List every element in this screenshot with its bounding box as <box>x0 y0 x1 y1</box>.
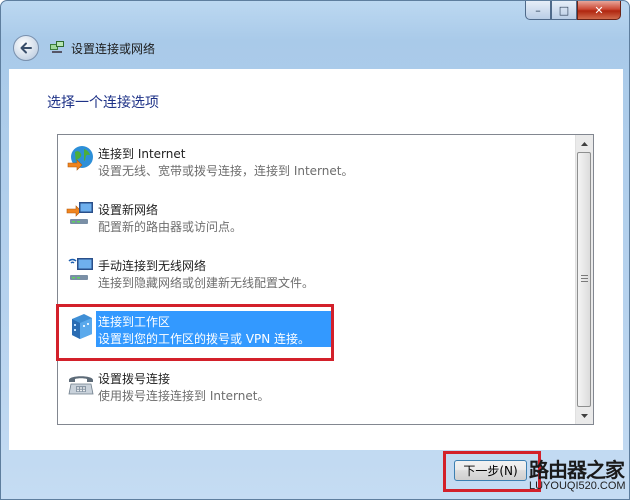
close-icon: ✕ <box>594 3 604 17</box>
close-button[interactable]: ✕ <box>577 1 621 20</box>
network-setup-icon <box>50 41 64 53</box>
annotation-highlight-workplace <box>56 304 334 361</box>
watermark-main-text: 路由器之家 <box>529 458 625 482</box>
watermark-logo: 路由器之家 LUYOUQI520.COM <box>529 450 626 501</box>
option-description: 使用拨号连接连接到 Internet。 <box>98 389 270 403</box>
annotation-highlight-next <box>443 451 541 492</box>
vertical-scrollbar[interactable] <box>575 135 593 424</box>
maximize-icon: □ <box>558 3 570 17</box>
wireless-network-icon <box>68 258 93 280</box>
caption-buttons: – □ ✕ <box>525 1 621 21</box>
option-title: 连接到 Internet <box>98 147 186 161</box>
maximize-button[interactable]: □ <box>551 1 577 20</box>
option-description: 设置无线、宽带或拨号连接，连接到 Internet。 <box>98 164 354 178</box>
scroll-thumb[interactable] <box>577 152 591 407</box>
connection-options-list[interactable]: 连接到 Internet 设置无线、宽带或拨号连接，连接到 Internet。 … <box>57 134 594 425</box>
page-heading: 选择一个连接选项 <box>47 95 159 111</box>
scroll-up-button[interactable] <box>576 135 592 152</box>
window-frame: – □ ✕ 设置连接或网络 选择一个连接选项 连接到 Internet 设置无线… <box>0 0 630 500</box>
dialog-footer: 下一步(N) 路由器之家 LUYOUQI520.COM <box>1 450 630 501</box>
option-title: 手动连接到无线网络 <box>98 259 207 273</box>
back-arrow-icon <box>20 42 32 54</box>
option-title: 设置新网络 <box>98 203 159 217</box>
globe-internet-icon <box>67 146 93 171</box>
dialup-phone-icon <box>68 376 94 395</box>
client-area: 选择一个连接选项 连接到 Internet 设置无线、宽带或拨号连接，连接到 I… <box>9 69 623 450</box>
option-connect-internet[interactable]: 连接到 Internet 设置无线、宽带或拨号连接，连接到 Internet。 <box>62 135 570 185</box>
scroll-down-icon <box>580 413 588 418</box>
minimize-button[interactable]: – <box>525 1 551 20</box>
option-setup-new-network[interactable]: 设置新网络 配置新的路由器或访问点。 <box>62 191 570 241</box>
window-title: 设置连接或网络 <box>71 41 156 56</box>
option-title: 设置拨号连接 <box>98 372 171 386</box>
option-manual-wireless[interactable]: 手动连接到无线网络 连接到隐藏网络或创建新无线配置文件。 <box>62 247 570 297</box>
option-setup-dialup[interactable]: 设置拨号连接 使用拨号连接连接到 Internet。 <box>62 360 570 410</box>
scroll-down-button[interactable] <box>576 407 592 424</box>
minimize-icon: – <box>535 3 541 17</box>
scroll-grip-icon <box>581 275 588 282</box>
window-header: 设置连接或网络 <box>9 31 623 65</box>
new-network-icon <box>66 202 93 224</box>
option-description: 配置新的路由器或访问点。 <box>98 220 243 234</box>
option-description: 连接到隐藏网络或创建新无线配置文件。 <box>98 276 315 290</box>
scroll-up-icon <box>580 141 588 146</box>
watermark-sub-text: LUYOUQI520.COM <box>529 480 626 492</box>
back-button[interactable] <box>13 35 39 61</box>
